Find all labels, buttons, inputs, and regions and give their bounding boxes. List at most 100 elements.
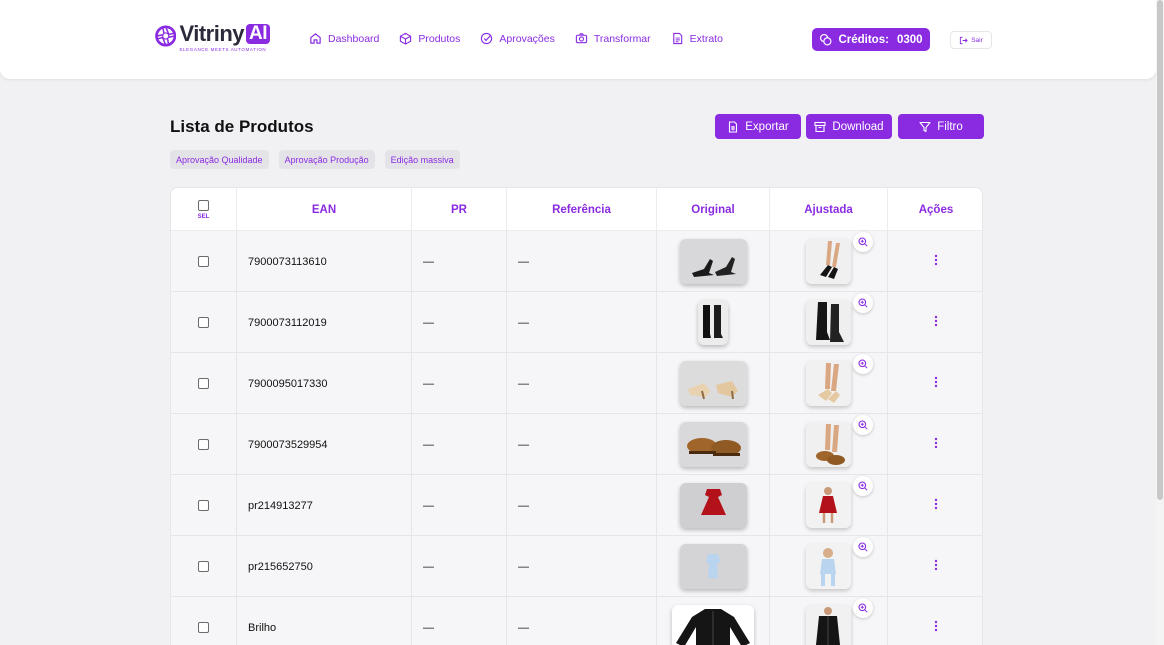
zoom-in-icon <box>858 359 868 369</box>
logout-label: Sair <box>971 36 983 44</box>
original-cell <box>657 231 770 292</box>
nav-dashboard[interactable]: Dashboard <box>309 32 379 45</box>
row-select-cell <box>171 414 237 475</box>
adjusted-image-light-blue-baby-clothes[interactable] <box>806 544 851 589</box>
row-actions-menu[interactable] <box>934 498 938 513</box>
row-actions-menu[interactable] <box>934 559 938 574</box>
original-image-black-boots[interactable] <box>698 300 728 345</box>
original-image-black-jacket[interactable] <box>672 605 754 645</box>
zoom-button[interactable] <box>853 293 873 313</box>
row-select-cell <box>171 231 237 292</box>
more-vertical-icon <box>934 376 938 388</box>
table-row: pr215652750 — — <box>171 536 982 597</box>
original-image-red-dress[interactable] <box>679 483 747 528</box>
zoom-button[interactable] <box>853 415 873 435</box>
brand-logo[interactable]: Vitriny AI ELEGANCE MEETS AUTOMATION <box>155 22 270 56</box>
logout-button[interactable]: Sair <box>950 31 992 49</box>
header-ean[interactable]: EAN <box>237 188 412 231</box>
home-icon <box>310 33 321 44</box>
zoom-in-icon <box>858 298 868 308</box>
row-checkbox[interactable] <box>198 256 209 267</box>
ref-cell: — <box>507 292 657 353</box>
ean-cell: 7900095017330 <box>237 353 412 414</box>
nav-transformar[interactable]: Transformar <box>575 32 651 45</box>
scrollbar-thumb[interactable] <box>1157 0 1163 500</box>
page-title: Lista de Produtos <box>170 117 314 136</box>
more-vertical-icon <box>934 254 938 266</box>
coins-icon <box>820 33 832 46</box>
header-referencia[interactable]: Referência <box>507 188 657 231</box>
select-all-checkbox[interactable] <box>198 199 209 211</box>
download-button[interactable]: Download <box>806 114 892 139</box>
more-vertical-icon <box>934 437 938 449</box>
pr-cell: — <box>412 597 507 645</box>
row-checkbox[interactable] <box>198 439 209 450</box>
header-ajustada: Ajustada <box>770 188 888 231</box>
adjusted-image-red-dress[interactable] <box>806 483 851 528</box>
original-cell <box>657 597 770 645</box>
row-actions-menu[interactable] <box>934 315 938 330</box>
row-actions-menu[interactable] <box>934 376 938 391</box>
more-vertical-icon <box>934 498 938 510</box>
header-original: Original <box>657 188 770 231</box>
chip-edicao-massiva[interactable]: Edição massiva <box>384 150 460 169</box>
row-checkbox[interactable] <box>198 317 209 328</box>
row-checkbox[interactable] <box>198 561 209 572</box>
actions-cell <box>888 353 982 414</box>
filter-button[interactable]: Filtro <box>898 114 984 139</box>
zoom-button[interactable] <box>853 476 873 496</box>
row-checkbox[interactable] <box>198 500 209 511</box>
adjusted-cell <box>770 597 888 645</box>
filter-icon <box>919 121 931 132</box>
row-actions-menu[interactable] <box>934 437 938 452</box>
more-vertical-icon <box>934 620 938 632</box>
nav-aprovacoes[interactable]: Aprovações <box>480 32 555 45</box>
export-label: Exportar <box>745 120 789 133</box>
products-table: SEL EAN PR Referência Original Ajustada … <box>170 187 983 645</box>
ref-cell: — <box>507 536 657 597</box>
ean-cell: Brilho <box>237 597 412 645</box>
header-pr[interactable]: PR <box>412 188 507 231</box>
adjusted-image-beige-sandals[interactable] <box>806 361 851 406</box>
zoom-button[interactable] <box>853 537 873 557</box>
ref-cell: — <box>507 414 657 475</box>
table-row: pr214913277 — — <box>171 475 982 536</box>
table-row: Brilho — — <box>171 597 982 645</box>
pr-cell: — <box>412 414 507 475</box>
more-vertical-icon <box>934 315 938 327</box>
adjusted-image-black-heeled-sandals[interactable] <box>806 239 851 284</box>
ref-cell: — <box>507 353 657 414</box>
actions-cell <box>888 475 982 536</box>
original-image-light-blue-baby-clothes[interactable] <box>679 544 747 589</box>
original-image-beige-sandals[interactable] <box>679 361 747 406</box>
nav-extrato[interactable]: Extrato <box>671 32 723 45</box>
adjusted-image-black-jacket[interactable] <box>806 605 851 645</box>
ean-cell: 7900073112019 <box>237 292 412 353</box>
download-label: Download <box>832 120 884 133</box>
credits-badge[interactable]: Créditos: 0300 <box>812 28 930 51</box>
nav-produtos[interactable]: Produtos <box>399 32 460 45</box>
row-checkbox[interactable] <box>198 378 209 389</box>
original-image-brown-loafers[interactable] <box>679 422 747 467</box>
zoom-button[interactable] <box>853 354 873 374</box>
row-actions-menu[interactable] <box>934 254 938 269</box>
adjusted-image-black-boots[interactable] <box>806 300 851 345</box>
row-checkbox[interactable] <box>198 622 209 633</box>
page-scrollbar[interactable] <box>1156 0 1164 645</box>
adjusted-cell <box>770 292 888 353</box>
actions-cell <box>888 597 982 645</box>
zoom-button[interactable] <box>853 598 873 618</box>
export-button[interactable]: Exportar <box>715 114 801 139</box>
zoom-button[interactable] <box>853 232 873 252</box>
nav-dashboard-label: Dashboard <box>328 32 380 45</box>
adjusted-image-brown-loafers[interactable] <box>806 422 851 467</box>
row-actions-menu[interactable] <box>934 620 938 635</box>
chip-aprovacao-qualidade[interactable]: Aprovação Qualidade <box>170 150 269 169</box>
original-image-black-heeled-sandals[interactable] <box>679 239 747 284</box>
logout-icon <box>960 36 968 44</box>
table-row: 7900073529954 — — <box>171 414 982 475</box>
zoom-in-icon <box>858 420 868 430</box>
nav-extrato-label: Extrato <box>689 32 723 45</box>
table-row: 7900073112019 — — <box>171 292 982 353</box>
chip-aprovacao-producao[interactable]: Aprovação Produção <box>278 150 375 169</box>
